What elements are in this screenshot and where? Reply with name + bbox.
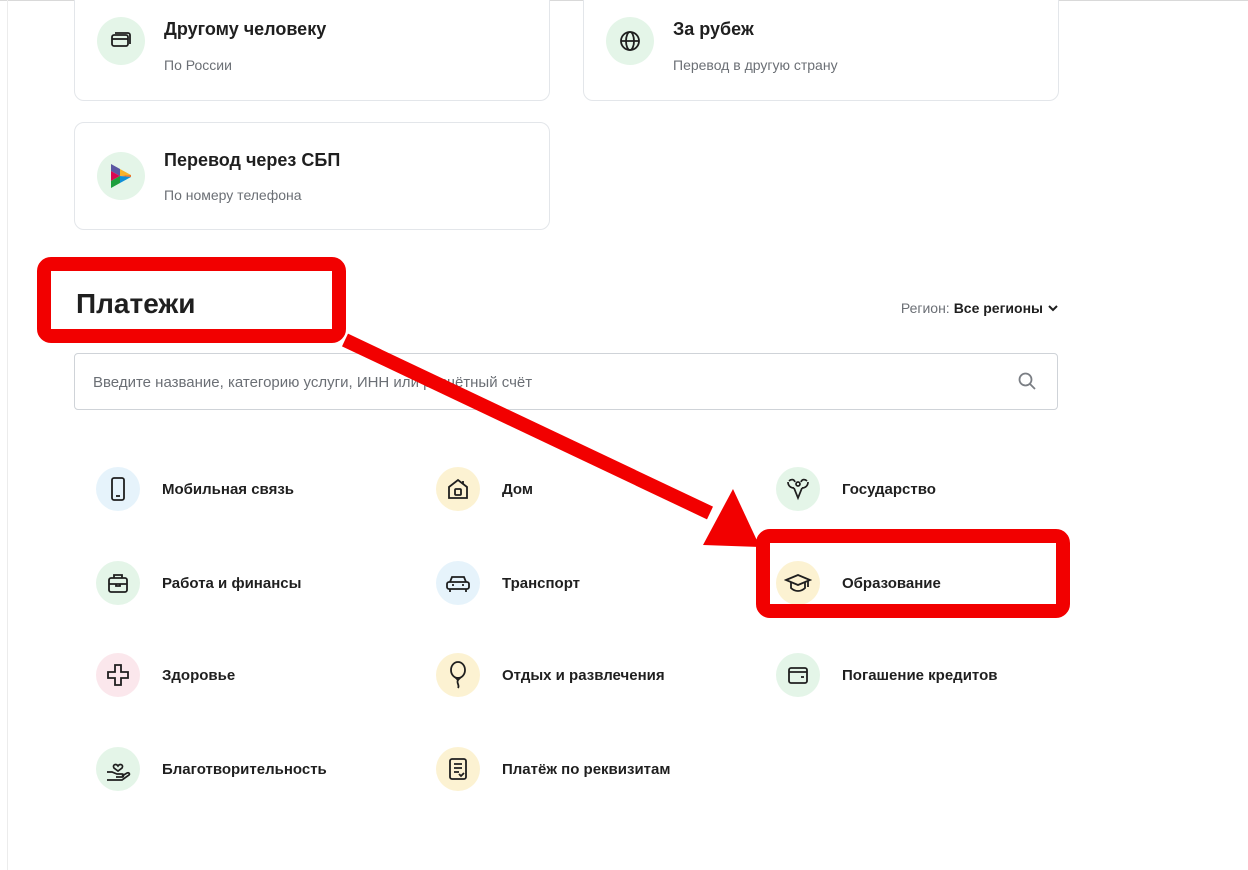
search-icon[interactable] bbox=[1017, 371, 1037, 391]
transfer-subtitle: По номеру телефона bbox=[164, 187, 302, 203]
region-label: Регион: bbox=[900, 300, 950, 316]
category-label: Благотворительность bbox=[162, 760, 327, 778]
transfer-subtitle: По России bbox=[164, 57, 232, 73]
region-selector[interactable]: Регион: Все регионы bbox=[901, 300, 1058, 316]
sbp-logo-icon bbox=[97, 152, 145, 200]
category-label: Погашение кредитов bbox=[842, 666, 998, 684]
category-label: Отдых и развлечения bbox=[502, 666, 665, 684]
category-charity[interactable]: Благотворительность bbox=[96, 747, 327, 791]
category-label: Здоровье bbox=[162, 666, 236, 684]
document-icon bbox=[436, 747, 480, 791]
category-mobile[interactable]: Мобильная связь bbox=[96, 467, 294, 511]
category-health[interactable]: Здоровье bbox=[96, 653, 235, 697]
category-label: Платёж по реквизитам bbox=[502, 760, 671, 778]
chevron-down-icon bbox=[1048, 305, 1058, 312]
card-icon bbox=[97, 17, 145, 65]
category-state[interactable]: Государство bbox=[776, 467, 936, 511]
highlight-box-education bbox=[756, 529, 1070, 618]
category-loan-repayment[interactable]: Погашение кредитов bbox=[776, 653, 997, 697]
category-home[interactable]: Дом bbox=[436, 467, 533, 511]
transfer-card-sbp[interactable]: Перевод через СБП По номеру телефона bbox=[74, 122, 550, 230]
search-input[interactable] bbox=[91, 354, 995, 411]
phone-icon bbox=[96, 467, 140, 511]
category-label: Работа и финансы bbox=[162, 574, 302, 592]
state-emblem-icon bbox=[776, 467, 820, 511]
car-icon bbox=[436, 561, 480, 605]
briefcase-icon bbox=[96, 561, 140, 605]
category-label: Государство bbox=[842, 480, 936, 498]
transfer-title: Перевод через СБП bbox=[164, 150, 341, 170]
transfer-title: За рубеж bbox=[673, 19, 754, 39]
category-transport[interactable]: Транспорт bbox=[436, 561, 580, 605]
highlight-box-payments-title bbox=[37, 257, 346, 343]
category-label: Мобильная связь bbox=[162, 480, 295, 498]
transfer-subtitle: Перевод в другую страну bbox=[673, 57, 838, 73]
transfer-title: Другому человеку bbox=[164, 19, 327, 39]
balloon-icon bbox=[436, 653, 480, 697]
charity-hand-icon bbox=[96, 747, 140, 791]
category-work-finance[interactable]: Работа и финансы bbox=[96, 561, 301, 605]
left-divider bbox=[7, 0, 8, 870]
globe-icon bbox=[606, 17, 654, 65]
transfer-card-other-person[interactable]: Другому человеку По России bbox=[74, 0, 550, 101]
wallet-icon bbox=[776, 653, 820, 697]
category-payment-by-details[interactable]: Платёж по реквизитам bbox=[436, 747, 670, 791]
category-label: Транспорт bbox=[502, 574, 581, 592]
transfer-card-abroad[interactable]: За рубеж Перевод в другую страну bbox=[583, 0, 1059, 101]
region-value: Все регионы bbox=[953, 300, 1043, 316]
house-icon bbox=[436, 467, 480, 511]
category-label: Дом bbox=[502, 480, 533, 498]
payments-search[interactable] bbox=[74, 353, 1058, 411]
medical-cross-icon bbox=[96, 653, 140, 697]
category-leisure[interactable]: Отдых и развлечения bbox=[436, 653, 665, 697]
